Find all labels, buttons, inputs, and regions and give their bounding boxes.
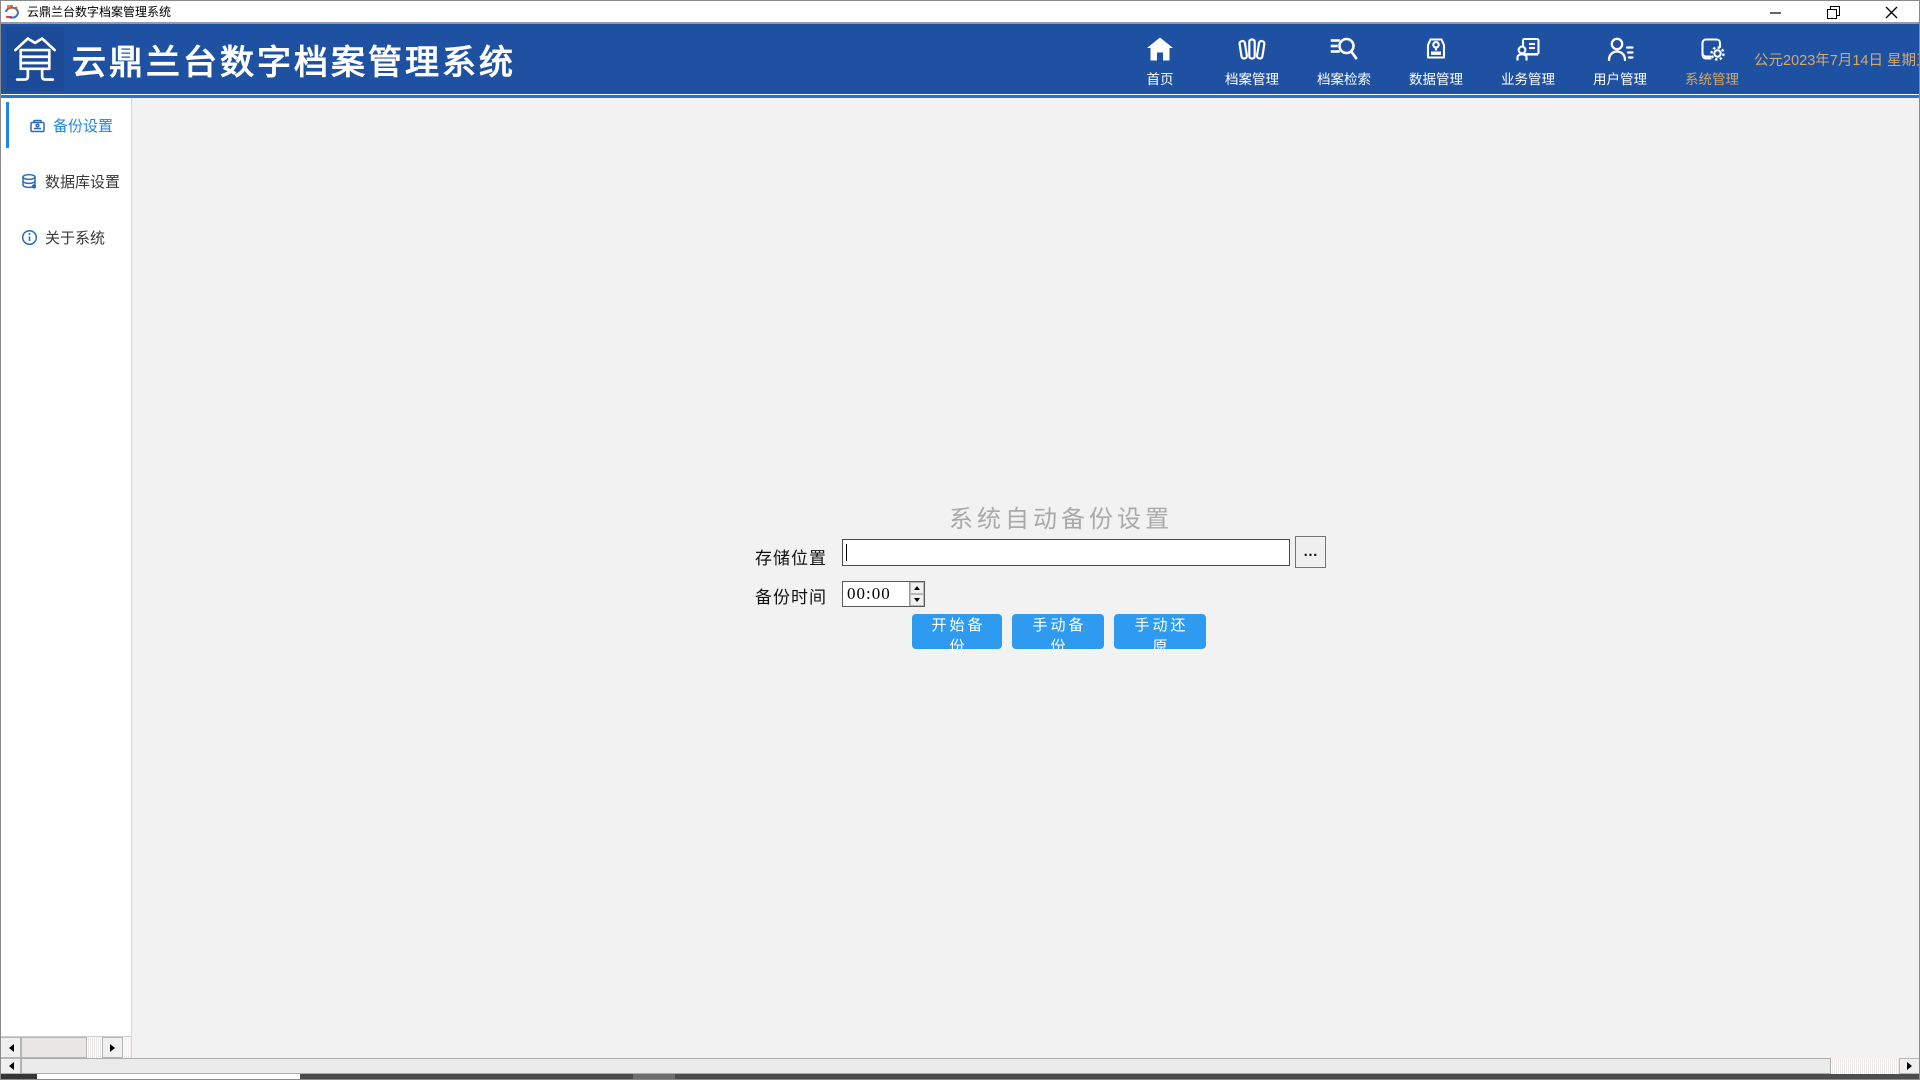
nav-item-archive-search[interactable]: 档案检索 bbox=[1316, 31, 1372, 88]
main-nav: 首页 档案管理 bbox=[1132, 24, 1740, 94]
search-icon bbox=[1330, 31, 1358, 63]
close-button[interactable] bbox=[1862, 0, 1920, 24]
arrow-right-icon bbox=[1907, 1062, 1916, 1070]
spin-up-button[interactable] bbox=[910, 582, 924, 594]
nav-item-system-management[interactable]: 系统管理 bbox=[1684, 31, 1740, 88]
archives-icon bbox=[1238, 31, 1266, 63]
titlebar: 云鼎兰台数字档案管理系统 bbox=[0, 0, 1920, 24]
nav-item-archive-management[interactable]: 档案管理 bbox=[1224, 31, 1280, 88]
arrow-left-icon bbox=[5, 1062, 14, 1070]
start-backup-button[interactable]: 开始备份 bbox=[912, 614, 1002, 649]
minimize-icon bbox=[1769, 6, 1782, 19]
minimize-button[interactable] bbox=[1746, 0, 1804, 24]
scroll-left-button[interactable] bbox=[0, 1037, 21, 1058]
spinner-buttons bbox=[909, 582, 924, 606]
backup-icon bbox=[28, 116, 46, 134]
business-icon bbox=[1514, 31, 1542, 63]
text-caret bbox=[846, 544, 847, 561]
sidebar-item-backup-settings[interactable]: 备份设置 bbox=[0, 102, 131, 148]
arrow-left-icon bbox=[5, 1044, 14, 1052]
restore-button[interactable] bbox=[1804, 0, 1862, 24]
app-header: 云鼎兰台数字档案管理系统 首页 bbox=[0, 24, 1920, 95]
data-box-icon bbox=[1422, 31, 1450, 63]
scrollbar-thumb[interactable] bbox=[21, 1037, 87, 1058]
users-icon bbox=[1606, 31, 1634, 63]
nav-label: 档案管理 bbox=[1225, 68, 1279, 88]
sidebar-item-label: 备份设置 bbox=[53, 115, 113, 136]
sidebar-item-label: 关于系统 bbox=[45, 227, 105, 248]
nav-label: 用户管理 bbox=[1593, 68, 1647, 88]
sidebar-item-label: 数据库设置 bbox=[45, 171, 120, 192]
backup-time-value[interactable]: 00:00 bbox=[843, 582, 909, 606]
restore-icon bbox=[1827, 6, 1840, 19]
sidebar-item-about-system[interactable]: 关于系统 bbox=[0, 214, 131, 260]
system-gear-icon bbox=[1698, 31, 1726, 63]
strip-segment bbox=[0, 1074, 37, 1080]
manual-restore-button[interactable]: 手动还原 bbox=[1114, 614, 1206, 649]
manual-backup-button[interactable]: 手动备份 bbox=[1012, 614, 1104, 649]
spin-down-button[interactable] bbox=[910, 594, 924, 606]
nav-item-user-management[interactable]: 用户管理 bbox=[1592, 31, 1648, 88]
about-info-icon bbox=[20, 228, 38, 246]
app-icon bbox=[4, 3, 21, 20]
strip-segment bbox=[633, 1074, 675, 1080]
nav-item-home[interactable]: 首页 bbox=[1132, 31, 1188, 88]
scroll-right-button[interactable] bbox=[1899, 1058, 1920, 1074]
sidebar-item-database-settings[interactable]: 数据库设置 bbox=[0, 158, 131, 204]
nav-item-business-management[interactable]: 业务管理 bbox=[1500, 31, 1556, 88]
window-controls bbox=[1746, 0, 1920, 24]
sidebar-horizontal-scrollbar bbox=[0, 1036, 131, 1058]
sidebar: 备份设置 数据库设置 bbox=[0, 98, 132, 1058]
nav-label: 业务管理 bbox=[1501, 68, 1555, 88]
arrow-down-icon bbox=[914, 598, 920, 605]
strip-segment bbox=[37, 1074, 300, 1080]
nav-item-data-management[interactable]: 数据管理 bbox=[1408, 31, 1464, 88]
content-row: 备份设置 数据库设置 bbox=[0, 98, 1920, 1058]
backup-time-spinner[interactable]: 00:00 bbox=[842, 581, 925, 607]
storage-location-label: 存储位置 bbox=[755, 544, 827, 569]
window-title: 云鼎兰台数字档案管理系统 bbox=[27, 3, 171, 20]
scrollbar-track[interactable] bbox=[87, 1037, 102, 1058]
arrow-up-icon bbox=[914, 583, 920, 590]
sidebar-items: 备份设置 数据库设置 bbox=[0, 98, 131, 1036]
nav-label: 首页 bbox=[1147, 68, 1174, 88]
database-icon bbox=[20, 172, 38, 190]
nav-label: 档案检索 bbox=[1317, 68, 1371, 88]
form-title: 系统自动备份设置 bbox=[949, 499, 1173, 534]
backup-time-label: 备份时间 bbox=[755, 583, 827, 608]
scrollbar-thumb[interactable] bbox=[21, 1058, 1831, 1074]
nav-label: 数据管理 bbox=[1409, 68, 1463, 88]
browse-button[interactable]: … bbox=[1295, 536, 1326, 568]
nav-label: 系统管理 bbox=[1685, 68, 1739, 88]
arrow-right-icon bbox=[110, 1044, 119, 1052]
scrollbar-track-end bbox=[123, 1037, 131, 1058]
storage-location-input[interactable] bbox=[842, 539, 1290, 566]
bottom-edge-strip bbox=[0, 1074, 1920, 1080]
scrollbar-track[interactable] bbox=[1831, 1058, 1899, 1074]
main-horizontal-scrollbar bbox=[0, 1058, 1920, 1074]
application-window: 云鼎兰台数字档案管理系统 bbox=[0, 0, 1920, 1080]
home-icon bbox=[1146, 31, 1174, 63]
archive-seal-logo-icon bbox=[6, 27, 64, 91]
header-date: 公元2023年7月14日 星期五 bbox=[1754, 24, 1920, 94]
app-title: 云鼎兰台数字档案管理系统 bbox=[72, 35, 516, 84]
scroll-left-button[interactable] bbox=[0, 1058, 21, 1074]
scroll-right-button[interactable] bbox=[102, 1037, 123, 1058]
close-icon bbox=[1885, 6, 1898, 19]
main-panel: 系统自动备份设置 存储位置 … 备份时间 00:00 开始备份 手动备份 手动还… bbox=[132, 98, 1920, 1058]
